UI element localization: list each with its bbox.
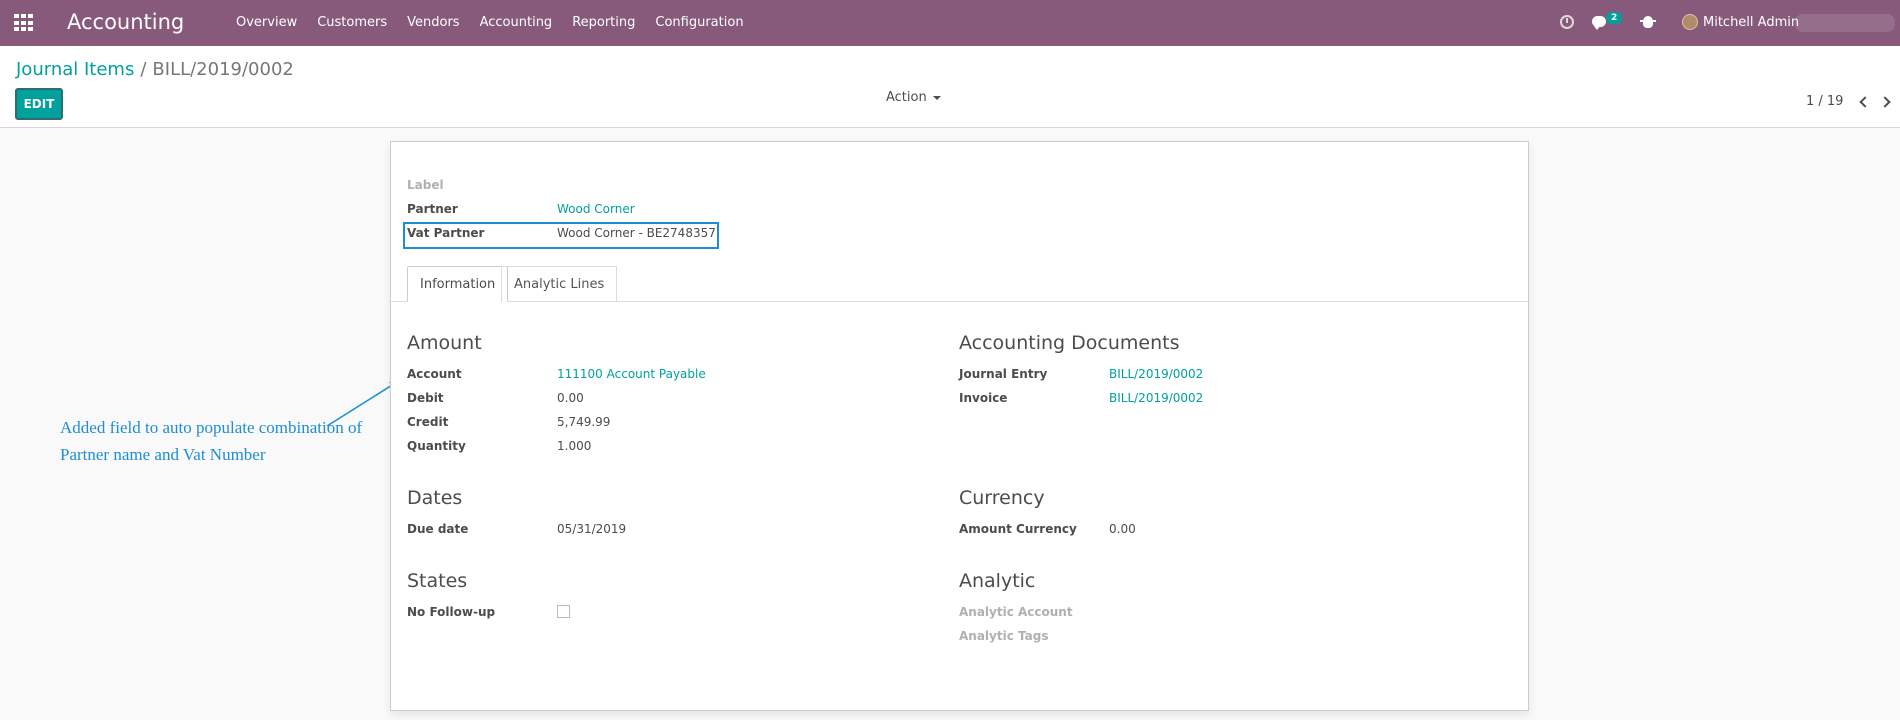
menu-item-configuration[interactable]: Configuration [655,15,743,30]
analytic-group-title: Analytic [959,570,1036,592]
pager-counter[interactable]: 1 / 19 [1806,94,1843,109]
due-date-label: Due date [407,522,469,536]
debit-value: 0.00 [557,391,584,405]
debit-label: Debit [407,391,444,405]
account-link[interactable]: 111100 Account Payable [557,367,706,381]
journal-entry-label: Journal Entry [959,367,1048,381]
account-label: Account [407,367,462,381]
partner-link[interactable]: Wood Corner [557,202,635,216]
menu-item-vendors[interactable]: Vendors [407,15,459,30]
accounting-documents-group-title: Accounting Documents [959,332,1180,354]
no-followup-label: No Follow-up [407,605,496,619]
menu-item-accounting[interactable]: Accounting [480,15,553,30]
form-sheet: Label Partner Wood Corner Vat Partner Wo… [390,141,1529,711]
amount-group-title: Amount [407,332,482,354]
label-field-label: Label [407,178,444,192]
main-menu: Overview Customers Vendors Accounting Re… [236,15,764,30]
states-group-title: States [407,570,468,592]
invoice-link[interactable]: BILL/2019/0002 [1109,391,1203,405]
credit-value: 5,749.99 [557,415,611,429]
action-dropdown[interactable]: Action [886,90,941,105]
menu-item-reporting[interactable]: Reporting [572,15,635,30]
vat-partner-value: Wood Corner - BE2748357 [557,226,716,240]
currency-group-title: Currency [959,487,1045,509]
amount-currency-label: Amount Currency [959,522,1077,536]
partner-label: Partner [407,202,458,216]
vat-partner-label: Vat Partner [407,226,485,240]
invoice-label: Invoice [959,391,1008,405]
tab-information[interactable]: Information [407,266,509,302]
breadcrumb: Journal Items / BILL/2019/0002 [16,59,294,80]
breadcrumb-journal-items[interactable]: Journal Items [16,59,134,80]
activity-clock-icon[interactable] [1560,15,1574,29]
notebook-tabs: Information Analytic Lines [391,266,1528,302]
analytic-tags-label: Analytic Tags [959,629,1049,643]
quantity-value: 1.000 [557,439,592,453]
dates-group-title: Dates [407,487,463,509]
no-followup-checkbox[interactable] [557,605,570,618]
menu-item-overview[interactable]: Overview [236,15,297,30]
menu-item-customers[interactable]: Customers [317,15,387,30]
top-navbar: Accounting Overview Customers Vendors Ac… [0,0,1900,46]
messages-count-badge: 2 [1606,12,1623,24]
control-panel: Journal Items / BILL/2019/0002 EDIT Action… [0,46,1900,128]
form-view-content: Added field to auto populate combination… [0,128,1900,720]
tab-analytic-lines[interactable]: Analytic Lines [501,266,618,302]
edit-button[interactable]: EDIT [15,88,63,120]
app-brand[interactable]: Accounting [67,10,184,34]
messages-icon[interactable] [1592,16,1606,30]
breadcrumb-separator: / [140,59,147,80]
amount-currency-value: 0.00 [1109,522,1136,536]
pager-next-icon[interactable] [1881,95,1891,109]
apps-menu-icon[interactable] [14,14,34,32]
debug-bug-icon[interactable] [1640,16,1656,28]
breadcrumb-current: BILL/2019/0002 [152,59,294,80]
action-label: Action [886,90,927,105]
journal-entry-link[interactable]: BILL/2019/0002 [1109,367,1203,381]
user-menu-redacted [1795,14,1895,32]
quantity-label: Quantity [407,439,466,453]
analytic-account-label: Analytic Account [959,605,1073,619]
annotation-line-2: Partner name and Vat Number [60,445,266,464]
caret-down-icon [932,95,941,100]
due-date-value: 05/31/2019 [557,522,627,536]
user-avatar[interactable] [1682,14,1698,30]
credit-label: Credit [407,415,449,429]
user-name[interactable]: Mitchell Admin [1703,15,1799,30]
pager-previous-icon[interactable] [1858,95,1868,109]
